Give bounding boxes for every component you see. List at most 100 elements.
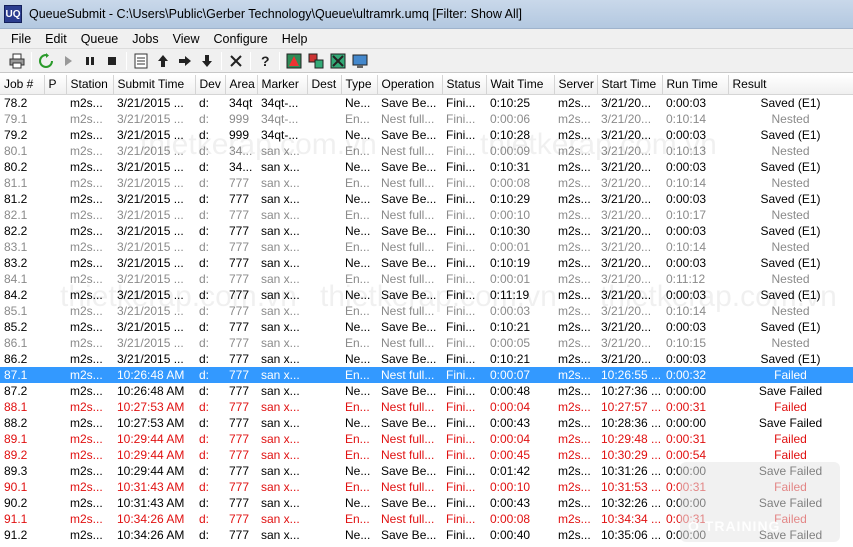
column-header-station[interactable]: Station — [66, 75, 114, 95]
cell-operation: Save Be... — [381, 127, 437, 142]
cell-result: Save Failed — [758, 415, 823, 430]
column-header-submit-time[interactable]: Submit Time — [113, 75, 196, 95]
menu-jobs[interactable]: Jobs — [125, 29, 165, 49]
table-row[interactable]: 82.1 m2s... 3/21/2015 ... d: 777 san x... En..… — [0, 207, 853, 223]
menu-help[interactable]: Help — [275, 29, 315, 49]
column-header-type[interactable]: Type — [341, 75, 378, 95]
cell-dev: d: — [199, 479, 210, 494]
table-row[interactable]: 80.1 m2s... 3/21/2015 ... d: 34... san x... En… — [0, 143, 853, 159]
table-row[interactable]: 85.2 m2s... 3/21/2015 ... d: 777 san x... Ne..… — [0, 319, 853, 335]
column-header-marker[interactable]: Marker — [257, 75, 308, 95]
table-header-row: Job # P Station Submit Time Dev Area Marker Des… — [0, 75, 853, 95]
menu-view[interactable]: View — [166, 29, 207, 49]
column-header-result[interactable]: Result — [728, 75, 853, 95]
cell-operation: Save Be... — [381, 415, 437, 430]
cell-p — [44, 239, 66, 255]
arrow-right-icon[interactable] — [174, 51, 196, 71]
cell-server: m2s... — [558, 255, 591, 270]
cell-wait-time: 0:00:08 — [490, 175, 531, 190]
column-header-operation[interactable]: Operation — [377, 75, 443, 95]
pause-icon[interactable] — [79, 51, 101, 71]
table-row[interactable]: 91.2 m2s... 10:34:26 AM d: 777 san x... Ne... S… — [0, 527, 853, 543]
cell-wait-time: 0:10:25 — [490, 95, 531, 110]
job-queue-table: Job # P Station Submit Time Dev Area Marker Des… — [0, 75, 853, 547]
refresh-icon[interactable] — [35, 51, 57, 71]
column-header-server[interactable]: Server — [554, 75, 598, 95]
cell-wait-time: 0:00:03 — [490, 303, 531, 318]
table-row[interactable]: 87.1 m2s... 10:26:48 AM d: 777 san x... En... N… — [0, 366, 853, 383]
column-header-area[interactable]: Area — [225, 75, 258, 95]
cell-submit-time: 3/21/2015 ... — [117, 335, 184, 350]
list-icon[interactable] — [130, 51, 152, 71]
column-header-wait-time[interactable]: Wait Time — [486, 75, 555, 95]
column-header-p[interactable]: P — [44, 75, 67, 95]
table-row[interactable]: 79.1 m2s... 3/21/2015 ... d: 999 34qt-... En..… — [0, 111, 853, 127]
cell-wait-time: 0:11:19 — [490, 287, 530, 302]
table-row[interactable]: 88.1 m2s... 10:27:53 AM d: 777 san x... En... N… — [0, 399, 853, 415]
table-row[interactable]: 84.2 m2s... 3/21/2015 ... d: 777 san x... Ne..… — [0, 287, 853, 303]
cell-wait-time: 0:00:09 — [490, 143, 531, 158]
cell-start-time: 3/21/20... — [601, 271, 652, 286]
cell-p — [44, 191, 66, 207]
cell-run-time: 0:10:13 — [666, 143, 707, 158]
help-icon[interactable]: ? — [254, 51, 276, 71]
column-header-job[interactable]: Job # — [0, 75, 45, 95]
table-row[interactable]: 80.2 m2s... 3/21/2015 ... d: 34... san x... Ne… — [0, 159, 853, 175]
cell-type: En... — [345, 335, 370, 350]
table-row[interactable]: 89.2 m2s... 10:29:44 AM d: 777 san x... En... N… — [0, 447, 853, 463]
column-header-start-time[interactable]: Start Time — [597, 75, 663, 95]
arrow-down-icon[interactable] — [196, 51, 218, 71]
cell-run-time: 0:00:03 — [666, 287, 707, 302]
table-row[interactable]: 81.1 m2s... 3/21/2015 ... d: 777 san x... En..… — [0, 175, 853, 191]
table-row[interactable]: 83.2 m2s... 3/21/2015 ... d: 777 san x... Ne..… — [0, 255, 853, 271]
column-header-run-time[interactable]: Run Time — [662, 75, 729, 95]
table-row[interactable]: 86.2 m2s... 3/21/2015 ... d: 777 san x... Ne..… — [0, 351, 853, 367]
cell-result: Nested — [771, 271, 810, 286]
print-icon[interactable] — [6, 51, 28, 71]
cell-marker: san x... — [261, 207, 300, 222]
cell-dest — [307, 303, 341, 319]
column-header-status[interactable]: Status — [442, 75, 487, 95]
table-row[interactable]: 82.2 m2s... 3/21/2015 ... d: 777 san x... Ne..… — [0, 223, 853, 239]
cell-start-time: 10:28:36 ... — [601, 415, 662, 430]
stop-icon[interactable] — [101, 51, 123, 71]
table-row[interactable]: 78.2 m2s... 3/21/2015 ... d: 34qt 34qt-... Ne.… — [0, 94, 853, 111]
table-row[interactable]: 83.1 m2s... 3/21/2015 ... d: 777 san x... En..… — [0, 239, 853, 255]
layout-icon[interactable] — [305, 51, 327, 71]
marker-view-icon[interactable] — [283, 51, 305, 71]
column-header-dest[interactable]: Dest — [307, 75, 342, 95]
menu-configure[interactable]: Configure — [207, 29, 275, 49]
table-row[interactable]: 89.3 m2s... 10:29:44 AM d: 777 san x... Ne... S… — [0, 463, 853, 479]
cell-area: 777 — [229, 383, 250, 398]
cell-server: m2s... — [558, 431, 591, 446]
table-row[interactable]: 90.2 m2s... 10:31:43 AM d: 777 san x... Ne... S… — [0, 495, 853, 511]
table-row[interactable]: 85.1 m2s... 3/21/2015 ... d: 777 san x... En..… — [0, 303, 853, 319]
table-row[interactable]: 91.1 m2s... 10:34:26 AM d: 777 san x... En... N… — [0, 511, 853, 527]
column-header-dev[interactable]: Dev — [195, 75, 226, 95]
menu-queue[interactable]: Queue — [74, 29, 126, 49]
delete-icon[interactable] — [225, 51, 247, 71]
cell-start-time: 10:34:34 ... — [601, 511, 662, 526]
cell-type: En... — [345, 399, 370, 414]
table-row[interactable]: 89.1 m2s... 10:29:44 AM d: 777 san x... En... N… — [0, 431, 853, 447]
cell-p — [44, 143, 66, 159]
table-row[interactable]: 87.2 m2s... 10:26:48 AM d: 777 san x... Ne... S… — [0, 383, 853, 399]
nest-icon[interactable] — [327, 51, 349, 71]
cell-job: 91.2 — [4, 527, 28, 542]
table-row[interactable]: 81.2 m2s... 3/21/2015 ... d: 777 san x... Ne..… — [0, 191, 853, 207]
monitor-icon[interactable] — [349, 51, 371, 71]
table-row[interactable]: 84.1 m2s... 3/21/2015 ... d: 777 san x... En..… — [0, 271, 853, 287]
table-row[interactable]: 86.1 m2s... 3/21/2015 ... d: 777 san x... En..… — [0, 335, 853, 351]
cell-station: m2s... — [70, 383, 103, 398]
cell-result: Save Failed — [758, 495, 823, 510]
table-row[interactable]: 88.2 m2s... 10:27:53 AM d: 777 san x... Ne... S… — [0, 415, 853, 431]
cell-result: Saved (E1) — [760, 127, 821, 142]
play-icon[interactable] — [57, 51, 79, 71]
cell-p — [44, 255, 66, 271]
menu-file[interactable]: File — [4, 29, 38, 49]
table-row[interactable]: 79.2 m2s... 3/21/2015 ... d: 999 34qt-... Ne..… — [0, 127, 853, 143]
menu-edit[interactable]: Edit — [38, 29, 74, 49]
arrow-up-icon[interactable] — [152, 51, 174, 71]
cell-status: Fini... — [446, 511, 476, 526]
table-row[interactable]: 90.1 m2s... 10:31:43 AM d: 777 san x... En... N… — [0, 479, 853, 495]
